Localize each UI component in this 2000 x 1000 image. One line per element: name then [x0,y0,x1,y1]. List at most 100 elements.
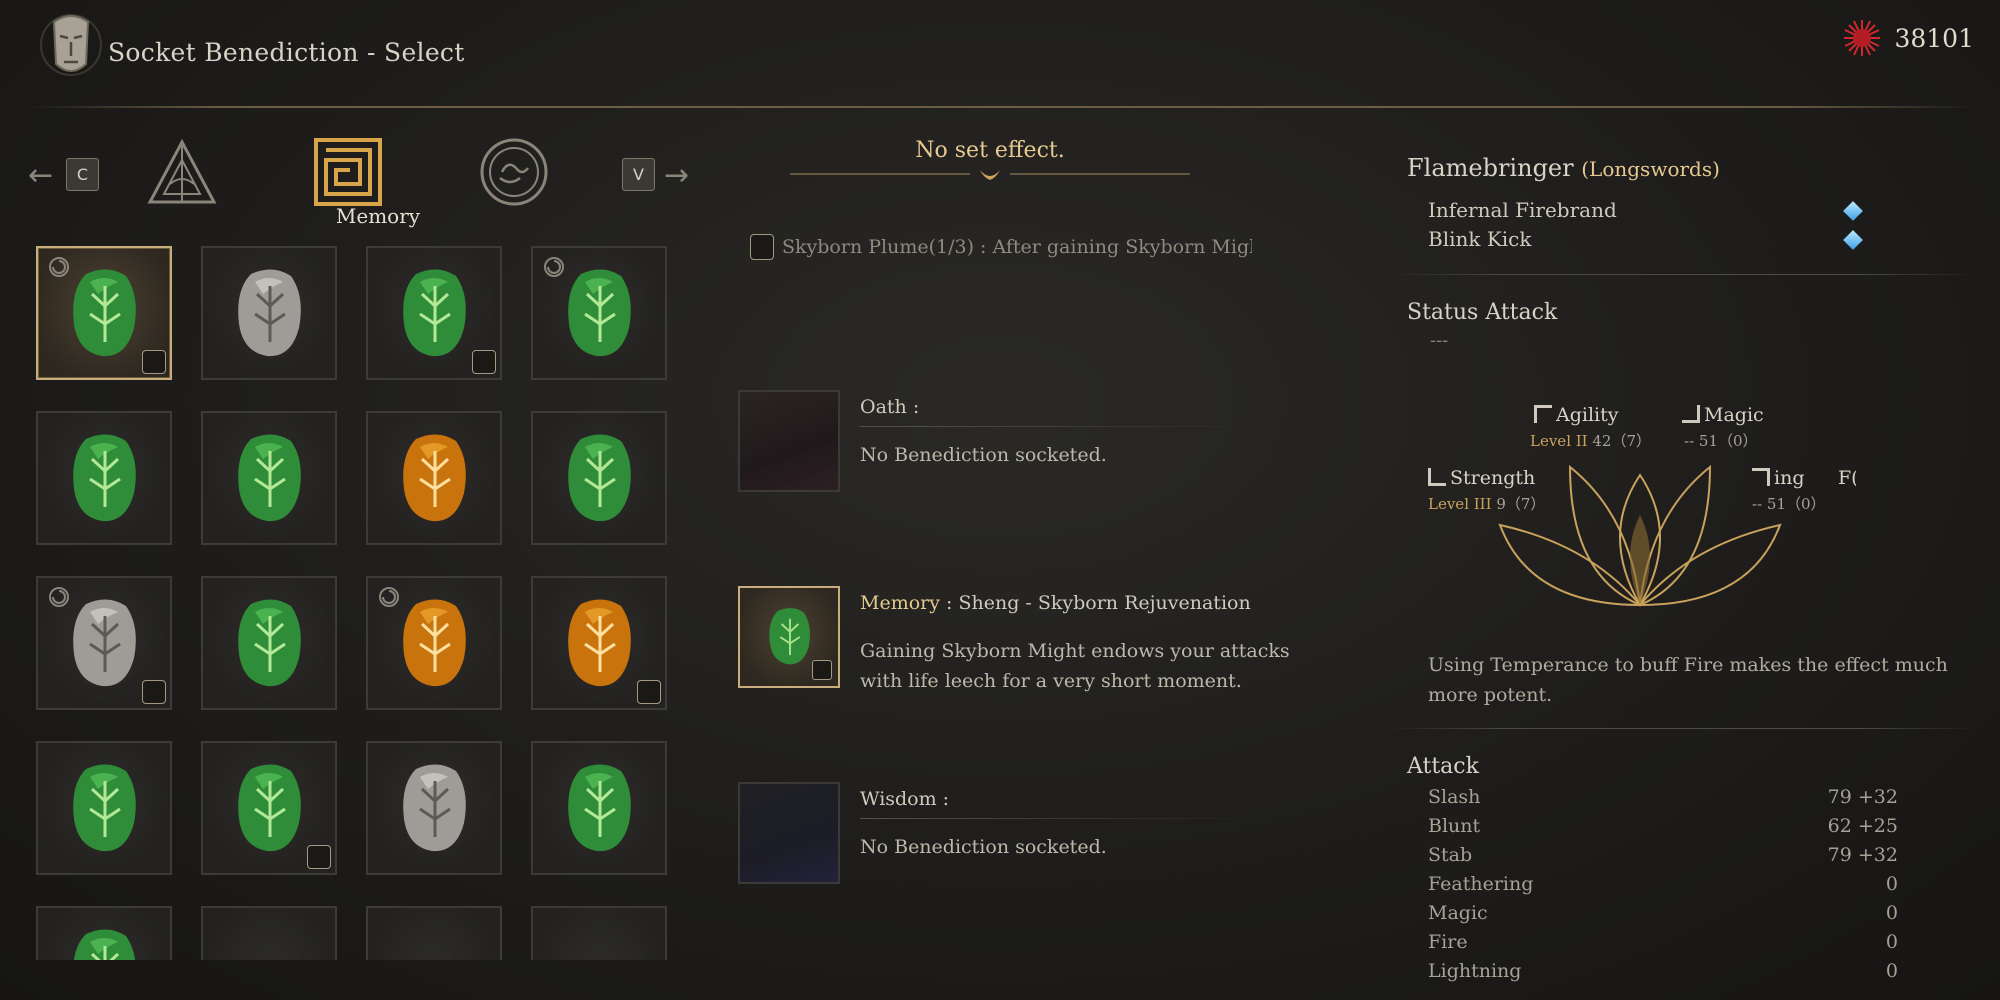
attack-row-value: 0 [1885,873,1898,895]
arrow-left-icon[interactable]: ← [28,158,53,193]
benediction-slot[interactable] [36,246,172,380]
mask-emblem-icon [40,14,102,76]
benediction-badge-icon [142,680,166,704]
attr-strength-name: Strength [1450,467,1536,489]
oath-socket[interactable] [738,390,840,492]
green-stone-icon [403,269,466,357]
category-tabs: ← C V → Memory [28,128,698,228]
benediction-slot[interactable] [531,576,667,710]
panel-divider [1388,274,1978,275]
benediction-slot[interactable] [201,741,337,875]
weapon-name: Flamebringer (Longswords) [1407,154,1720,182]
attack-row-name: Blunt [1428,815,1481,837]
weapon-skill: Infernal Firebrand [1428,198,1617,222]
arrow-right-icon[interactable]: → [664,158,689,193]
benediction-slot[interactable] [366,906,502,960]
benediction-badge-icon [750,234,774,260]
attr-magic-level: -- [1684,432,1695,450]
benediction-slot[interactable] [201,246,337,380]
attr-strength: Strength [1428,467,1535,489]
panel-divider [1388,728,1978,729]
memory-socket[interactable] [738,586,840,688]
header-divider [28,106,1978,108]
benediction-slot[interactable] [366,741,502,875]
attack-row: Stab 79 +32 [1428,844,1898,866]
attack-row: Fire 0 [1428,931,1898,953]
benediction-slot[interactable] [531,411,667,545]
green-stone-icon [568,764,631,852]
attack-row-name: Stab [1428,844,1473,866]
active-category-label: Memory [335,204,421,228]
silver-stone-icon [238,269,301,357]
circle-sigil-icon[interactable] [476,134,552,210]
weapon-type: (Longswords) [1581,157,1720,181]
green-stone-icon [73,434,136,522]
swirl-marker-icon [49,587,69,607]
attack-row-name: Slash [1428,786,1481,808]
benediction-slot[interactable] [36,906,172,960]
attr-strength-level: Level III [1428,495,1492,513]
wisdom-socket-divider [860,818,1260,819]
attack-row-name: Feathering [1428,873,1534,895]
triangle-sigil-icon[interactable] [144,134,220,210]
amber-stone-icon [403,599,466,687]
benediction-slot[interactable] [531,246,667,380]
swirl-marker-icon [379,587,399,607]
prev-category-key[interactable]: C [66,158,99,191]
attack-row: Lightning 0 [1428,960,1898,982]
maze-sigil-icon[interactable] [310,134,386,210]
attack-row-name: Magic [1428,902,1488,924]
amber-stone-icon [568,599,631,687]
benediction-badge-icon [637,680,661,704]
benediction-slot[interactable] [531,906,667,960]
green-stone-icon [238,434,301,522]
benediction-slot[interactable] [366,246,502,380]
benediction-slot[interactable] [201,411,337,545]
silver-stone-icon [73,599,136,687]
attr-fourth-level: -- [1752,495,1763,513]
green-stone-icon [238,599,301,687]
ornament-divider-icon [790,170,1190,180]
benediction-slot[interactable] [366,411,502,545]
benediction-slot[interactable] [36,411,172,545]
memory-socket-label: Memory [860,592,940,614]
amber-stone-icon [403,434,466,522]
benediction-grid [36,246,668,960]
currency-display: 38101 [1842,18,1974,58]
page-title: Socket Benediction - Select [108,38,465,67]
attack-title: Attack [1407,754,1479,779]
attr-magic-name: Magic [1704,404,1764,426]
benediction-slot[interactable] [36,576,172,710]
next-category-key[interactable]: V [622,158,655,191]
benediction-badge-icon [142,350,166,374]
benediction-slot[interactable] [366,576,502,710]
silver-stone-icon [403,764,466,852]
agility-icon [1534,405,1552,423]
swirl-marker-icon [544,257,564,277]
wisdom-socket[interactable] [738,782,840,884]
status-attack-title: Status Attack [1407,300,1558,325]
oath-socket-desc: No Benediction socketed. [860,444,1107,466]
attr-magic: Magic [1682,404,1764,426]
set-effect-line-text: Skyborn Plume(1/3) : After gaining Skybo… [782,236,1252,258]
memory-socket-desc: Gaining Skyborn Might endows your attack… [860,640,1290,692]
header-bar: Socket Benediction - Select 38101 [0,0,2000,110]
attack-row-name: Lightning [1428,960,1522,982]
set-effect-line: Skyborn Plume(1/3) : After gaining Skybo… [742,230,1302,270]
attack-row: Feathering 0 [1428,873,1898,895]
benediction-badge-icon [472,350,496,374]
benediction-slot[interactable] [531,741,667,875]
oath-socket-divider [860,426,1260,427]
green-stone-icon [74,929,136,960]
benediction-slot[interactable] [201,576,337,710]
green-stone-icon [73,269,136,357]
magic-icon [1682,405,1700,423]
benediction-slot[interactable] [36,741,172,875]
status-attack-value: --- [1430,330,1449,351]
attack-row-name: Fire [1428,931,1468,953]
benediction-slot[interactable] [201,906,337,960]
green-stone-icon [568,434,631,522]
attr-strength-value: 9（7） [1496,495,1546,513]
attack-row-value: 0 [1885,902,1898,924]
set-effect-title: No set effect. [915,138,1065,163]
